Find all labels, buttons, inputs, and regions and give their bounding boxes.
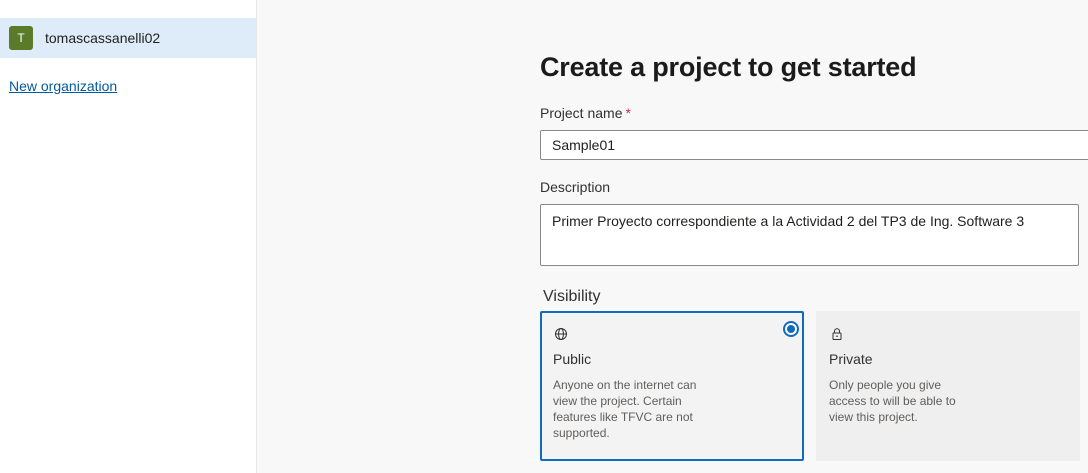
- public-option-title: Public: [553, 351, 592, 367]
- public-option-description: Anyone on the internet can view the proj…: [553, 378, 697, 440]
- public-radio-selected[interactable]: [783, 321, 799, 337]
- project-name-input[interactable]: [540, 130, 1088, 160]
- project-name-label: Project name *: [540, 105, 631, 121]
- required-marker: *: [625, 105, 631, 121]
- globe-icon: [554, 327, 568, 341]
- sidebar-item-organization[interactable]: T tomascassanelli02: [0, 18, 256, 58]
- private-option-description: Only people you give access to will be a…: [829, 378, 956, 424]
- visibility-option-public[interactable]: Public Anyone on the internet can view t…: [540, 311, 804, 461]
- page-title: Create a project to get started: [540, 52, 917, 82]
- main-content: Create a project to get started Project …: [257, 0, 1088, 473]
- visibility-option-private[interactable]: Private Only people you give access to w…: [816, 311, 1080, 461]
- lock-icon: [830, 327, 844, 341]
- new-organization-link[interactable]: New organization: [9, 78, 117, 94]
- visibility-label: Visibility: [543, 288, 601, 305]
- avatar: T: [9, 26, 33, 50]
- description-textarea[interactable]: Primer Proyecto correspondiente a la Act…: [540, 204, 1079, 266]
- sidebar: T tomascassanelli02 New organization: [0, 0, 257, 473]
- private-option-title: Private: [829, 351, 873, 367]
- project-name-label-text: Project name: [540, 105, 623, 121]
- description-label: Description: [540, 179, 611, 195]
- organization-name: tomascassanelli02: [45, 30, 161, 46]
